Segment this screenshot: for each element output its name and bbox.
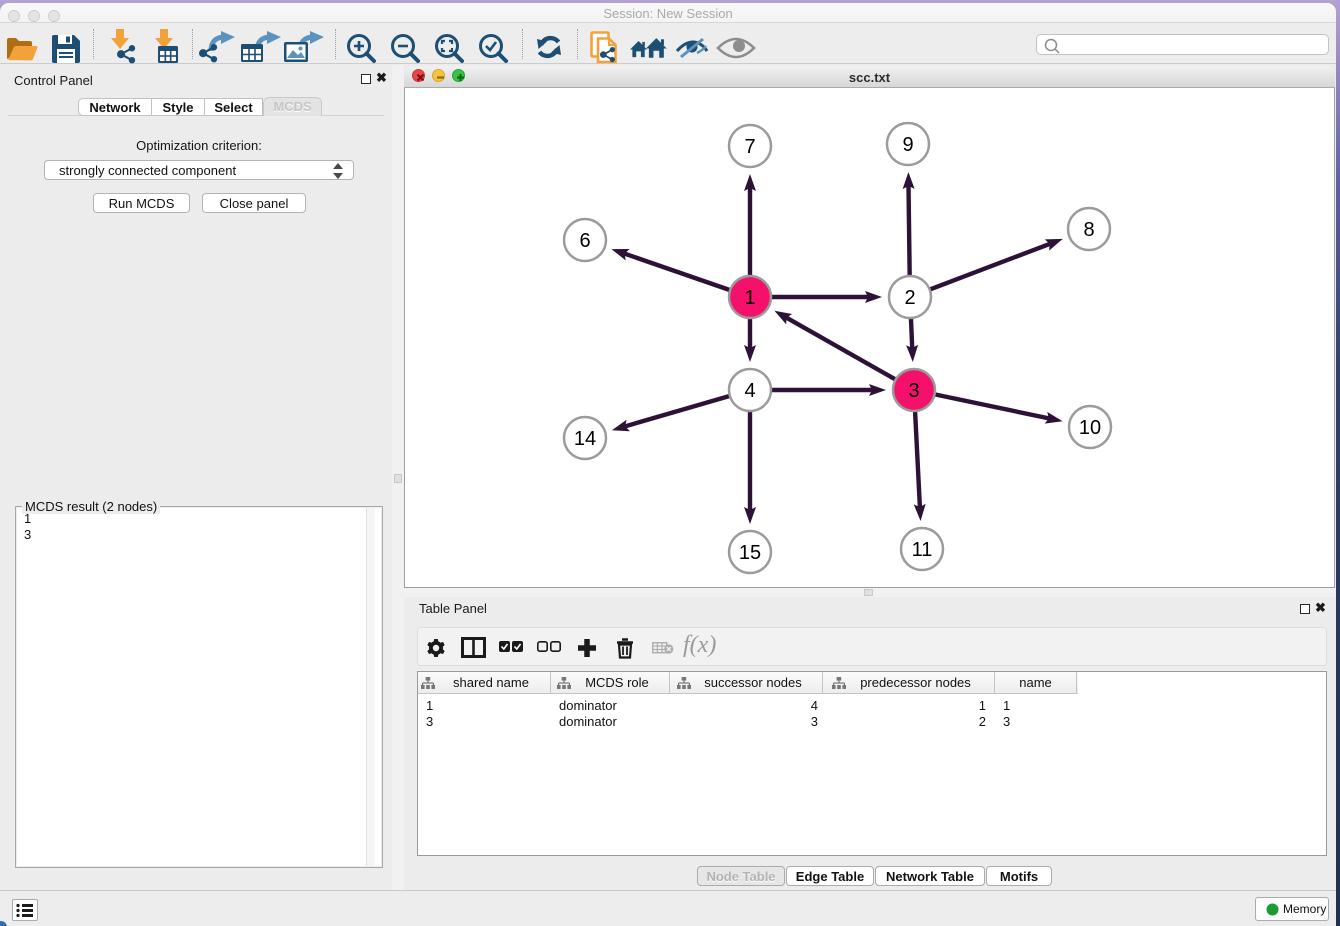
svg-text:8: 8 bbox=[1083, 219, 1094, 241]
svg-text:6: 6 bbox=[579, 230, 590, 252]
svg-text:10: 10 bbox=[1079, 417, 1101, 439]
svg-text:4: 4 bbox=[744, 380, 755, 402]
svg-text:15: 15 bbox=[739, 542, 761, 564]
svg-text:9: 9 bbox=[902, 134, 913, 156]
svg-text:2: 2 bbox=[904, 287, 915, 309]
svg-text:1: 1 bbox=[744, 287, 755, 309]
svg-text:14: 14 bbox=[574, 428, 596, 450]
svg-text:7: 7 bbox=[744, 136, 755, 158]
svg-text:3: 3 bbox=[908, 380, 919, 402]
svg-text:11: 11 bbox=[912, 539, 933, 561]
